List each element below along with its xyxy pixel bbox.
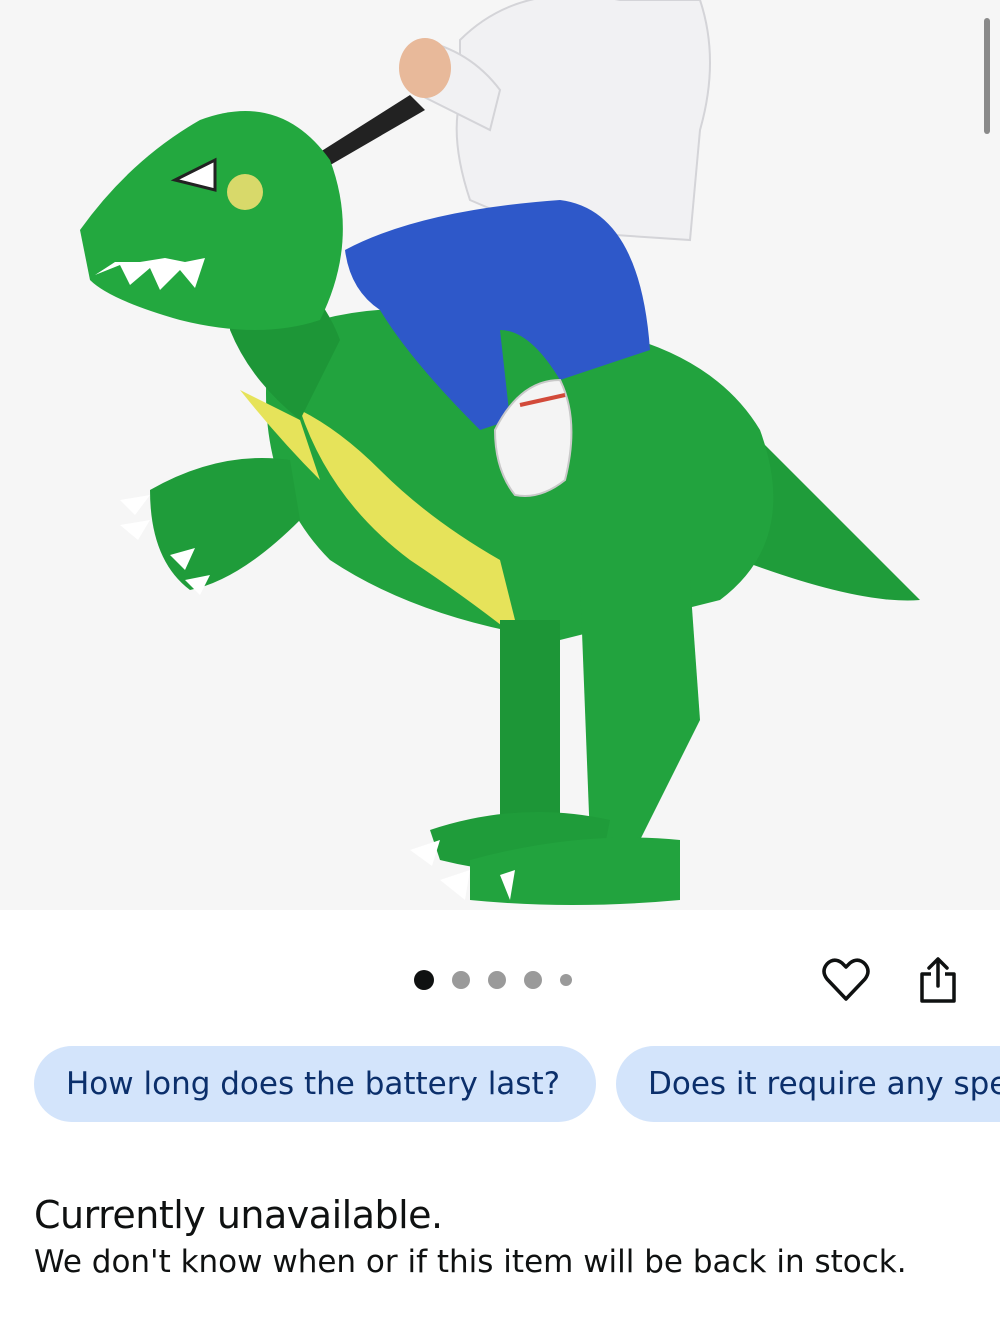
carousel-dot-1[interactable] — [414, 970, 434, 990]
availability-message: We don't know when or if this item will … — [34, 1244, 907, 1280]
heart-icon — [822, 958, 870, 1001]
scroll-indicator — [984, 18, 990, 134]
inflatable-dinosaur-costume-illustration — [80, 0, 920, 905]
question-chip[interactable]: How long does the battery last? — [34, 1046, 596, 1122]
carousel-dot-4[interactable] — [524, 971, 542, 989]
favorite-button[interactable] — [818, 952, 874, 1008]
suggested-questions: How long does the battery last? Does it … — [34, 1046, 1000, 1122]
carousel-dots — [414, 968, 590, 992]
product-image[interactable] — [0, 0, 1000, 910]
share-button[interactable] — [910, 952, 966, 1008]
carousel-dot-5[interactable] — [560, 974, 572, 986]
carousel-dot-3[interactable] — [488, 971, 506, 989]
question-chip[interactable]: Does it require any spe — [616, 1046, 1000, 1122]
carousel-dot-2[interactable] — [452, 971, 470, 989]
share-icon — [920, 957, 956, 1003]
availability-title: Currently unavailable. — [34, 1193, 443, 1237]
